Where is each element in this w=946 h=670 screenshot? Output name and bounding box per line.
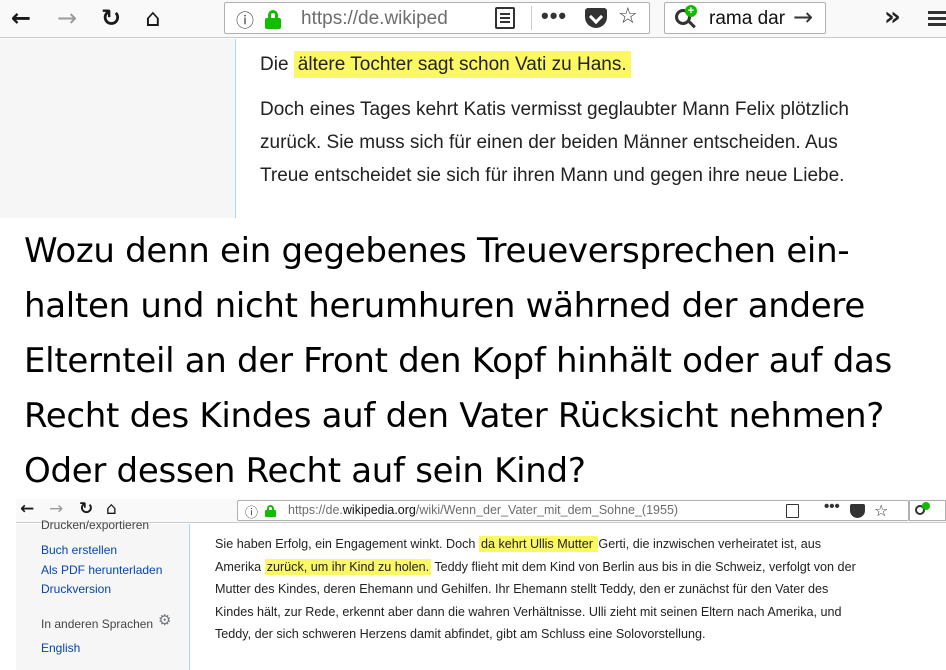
top-wiki-sidebar <box>0 39 236 218</box>
highlighted-text: ältere Tochter sagt schon Vati zu Hans. <box>293 51 631 78</box>
comment-line: Elternteil an der Front den Kopf hinhält… <box>24 341 892 381</box>
highlighted-text: da kehrt Ullis Mutter <box>478 536 599 552</box>
bottom-wiki-sidebar: Drucken/exportieren Buch erstellen Als P… <box>16 518 190 670</box>
sidebar-link-download-pdf[interactable]: Als PDF herunterladen <box>41 563 162 577</box>
back-arrow-icon[interactable]: ← <box>6 3 36 33</box>
reader-view-icon[interactable] <box>786 504 799 518</box>
url-text[interactable]: https://de.wikiped <box>301 8 448 30</box>
top-browser-toolbar: ← → ↻ ⌂ ⓘ https://de.wikiped ••• ☆ + ram… <box>0 0 946 38</box>
sidebar-link-english[interactable]: English <box>41 641 80 655</box>
line-text: Gerti, die inzwischen verheiratet ist, a… <box>598 537 822 551</box>
comment-line: Oder dessen Recht auf sein Kind? <box>24 451 586 491</box>
home-icon[interactable]: ⌂ <box>138 3 168 33</box>
search-go-arrow-icon[interactable]: → <box>793 3 813 31</box>
comment-line: Wozu denn ein gegebenes Treueversprechen… <box>24 231 850 271</box>
site-info-icon[interactable]: ⓘ <box>236 7 254 33</box>
bottom-browser-toolbar: ← → ↻ ⌂ ⓘ https://de.wikipedia.org/wiki/… <box>16 499 946 523</box>
url-bar[interactable]: ⓘ https://de.wikipedia.org/wiki/Wenn_der… <box>237 499 909 521</box>
forward-arrow-icon[interactable]: → <box>52 3 82 33</box>
sidebar-heading-languages: In anderen Sprachen <box>41 617 154 631</box>
gear-icon[interactable]: ⚙ <box>158 611 171 629</box>
lock-icon <box>265 10 281 29</box>
url-domain: wikipedia.org <box>342 503 416 517</box>
article-paragraph-2: Doch eines Tages kehrt Katis vermisst ge… <box>260 93 940 192</box>
search-bar[interactable]: + rama dar → <box>664 2 826 34</box>
reload-icon[interactable]: ↻ <box>96 3 126 33</box>
paragraph-text: Die <box>260 54 294 75</box>
sidebar-link-create-book[interactable]: Buch erstellen <box>41 543 117 557</box>
url-prefix: https://de. <box>288 503 343 517</box>
article-line: Kindes hält, zur Rede, erkennt aber dann… <box>215 604 842 619</box>
url-path: /wiki/Wenn_der_Vater_mit_dem_Sohne_(1955… <box>415 503 679 517</box>
comment-line: Recht des Kindes auf den Vater Rücksicht… <box>24 396 885 436</box>
hamburger-menu-icon[interactable] <box>928 11 946 14</box>
reader-view-icon[interactable] <box>495 7 515 29</box>
paragraph-line: zurück. Sie muss sich für einen der beid… <box>260 132 838 153</box>
article-line: Sie haben Erfolg, ein Engagement winkt. … <box>215 533 940 556</box>
search-bar[interactable] <box>909 500 946 521</box>
bottom-article-content: Sie haben Erfolg, ein Engagement winkt. … <box>215 533 940 646</box>
line-text: Sie haben Erfolg, ein Engagement winkt. … <box>215 537 479 551</box>
highlighted-text: zurück, um ihr Kind zu holen. <box>264 558 432 575</box>
article-line: Teddy, der sich schweren Herzens damit a… <box>215 627 706 642</box>
paragraph-line: Doch eines Tages kehrt Katis vermisst ge… <box>260 99 849 120</box>
bookmark-star-icon[interactable]: ☆ <box>874 501 888 520</box>
toolbar-overflow-icon[interactable]: » <box>884 2 901 32</box>
forward-arrow-icon[interactable]: → <box>49 499 63 519</box>
comment-line: halten und nicht herumhuren währned der … <box>24 286 865 326</box>
line-text: Teddy flieht mit dem Kind von Berlin aus… <box>431 559 856 574</box>
pocket-icon[interactable] <box>850 504 865 518</box>
paragraph-line: Treue entscheidet sie sich für ihren Man… <box>260 165 845 186</box>
top-browser-screenshot: ← → ↻ ⌂ ⓘ https://de.wikiped ••• ☆ + ram… <box>0 0 946 218</box>
article-paragraph-1: Die ältere Tochter sagt schon Vati zu Ha… <box>260 51 631 78</box>
url-bar-divider <box>531 6 532 30</box>
reload-icon[interactable]: ↻ <box>79 499 93 519</box>
article-line: Mutter des Kindes, deren Ehemann und Geh… <box>215 582 829 597</box>
url-text[interactable]: https://de.wikipedia.org/wiki/Wenn_der_V… <box>288 503 678 517</box>
site-info-icon[interactable]: ⓘ <box>245 502 258 521</box>
line-text: Amerika <box>215 559 265 574</box>
commentary-text: Wozu denn ein gegebenes Treueversprechen… <box>24 224 934 499</box>
article-line: Amerika zurück, um ihr Kind zu holen. Te… <box>215 556 940 579</box>
search-engine-icon[interactable]: + <box>675 5 699 31</box>
pocket-icon[interactable] <box>585 8 607 28</box>
search-input[interactable]: rama dar <box>709 8 785 30</box>
lock-icon <box>265 505 276 517</box>
url-bar[interactable]: ⓘ https://de.wikiped ••• ☆ <box>224 2 650 34</box>
bottom-browser-screenshot: ← → ↻ ⌂ ⓘ https://de.wikipedia.org/wiki/… <box>16 499 946 670</box>
top-article-content: Die ältere Tochter sagt schon Vati zu Ha… <box>238 39 946 218</box>
sidebar-link-print-version[interactable]: Druckversion <box>41 582 111 596</box>
page-actions-icon[interactable]: ••• <box>824 499 840 515</box>
sidebar-heading-print: Drucken/exportieren <box>41 518 150 532</box>
page-actions-icon[interactable]: ••• <box>541 3 567 29</box>
back-arrow-icon[interactable]: ← <box>20 499 34 519</box>
home-icon[interactable]: ⌂ <box>106 499 117 519</box>
bookmark-star-icon[interactable]: ☆ <box>618 4 638 29</box>
